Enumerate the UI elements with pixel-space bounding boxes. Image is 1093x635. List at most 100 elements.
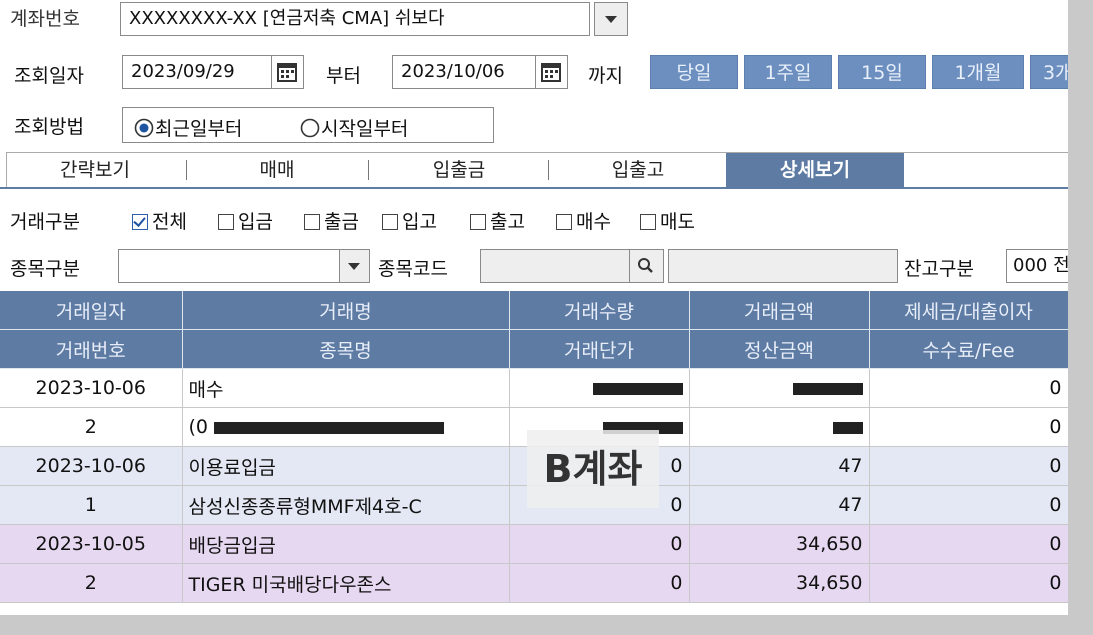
checkbox-sell[interactable]: 매도 [640, 207, 695, 234]
account-overlay-label: B계좌 [527, 430, 659, 508]
checkbox-stock-out[interactable]: 출고 [470, 207, 525, 234]
item-code-input[interactable] [480, 249, 630, 283]
calendar-icon [541, 63, 561, 82]
date-to-calendar-button[interactable] [536, 55, 568, 89]
table-row[interactable]: 2 TIGER 미국배당다우존스 0 34,650 0 [0, 563, 1068, 603]
query-date-label: 조회일자 [14, 65, 84, 87]
item-type-label: 종목구분 [10, 258, 80, 280]
query-method-group: 최근일부터 시작일부터 [122, 107, 494, 143]
trade-type-label: 거래구분 [10, 211, 80, 233]
radio-start[interactable]: 시작일부터 [299, 114, 408, 141]
radio-recent[interactable]: 최근일부터 [133, 114, 242, 141]
cell-settle: 34,650 [689, 563, 870, 603]
period-15days-button[interactable]: 15일 [838, 55, 926, 89]
tab-divider [368, 160, 369, 180]
cell-item: 삼성신종종류형MMF제4호-C [182, 485, 510, 525]
checkbox-stock-in[interactable]: 입고 [382, 207, 437, 234]
checkbox-sell-label: 매도 [660, 211, 695, 233]
checkbox-withdrawal[interactable]: 출금 [304, 207, 359, 234]
cell-date: 2023-10-06 [0, 446, 183, 486]
radio-recent-label: 최근일부터 [155, 118, 243, 140]
col-trade-amount[interactable]: 거래금액 [689, 291, 870, 330]
cell-fee: 0 [869, 485, 1068, 525]
date-from-suffix: 부터 [326, 65, 361, 87]
col-trade-name[interactable]: 거래명 [182, 291, 510, 330]
checkbox-icon [470, 214, 486, 230]
date-to-suffix: 까지 [588, 65, 623, 87]
redaction-mark [214, 421, 445, 434]
date-to-input[interactable]: 2023/10/06 [392, 55, 536, 89]
tab-divider [548, 160, 549, 180]
redaction-mark [832, 421, 863, 434]
item-code-label: 종목코드 [378, 258, 448, 280]
checkbox-all[interactable]: 전체 [132, 207, 187, 234]
tab-summary[interactable]: 간략보기 [10, 153, 180, 187]
period-today-button[interactable]: 당일 [650, 55, 738, 89]
cell-settle: 47 [689, 485, 870, 525]
cell-date: 2023-10-06 [0, 368, 183, 408]
checkbox-checked-icon [132, 214, 148, 230]
cell-name: 이용료입금 [182, 446, 510, 486]
period-3month-button[interactable]: 3개 [1030, 55, 1068, 89]
col-trade-date[interactable]: 거래일자 [0, 291, 183, 330]
item-type-dropdown-button[interactable] [340, 249, 370, 283]
cell-fee: 0 [869, 407, 1068, 447]
account-label: 계좌번호 [10, 8, 80, 30]
account-dropdown-button[interactable] [594, 2, 628, 36]
cell-qty: 0 [509, 524, 690, 564]
tab-trade[interactable]: 매매 [192, 153, 362, 187]
cell-amount-redacted [689, 368, 870, 408]
account-select[interactable]: XXXXXXXX-XX [연금저축 CMA] 쉬보다 [120, 2, 590, 36]
balance-type-select[interactable]: 000 전 [1006, 249, 1068, 283]
table-row[interactable]: 2023-10-06 매수 0 [0, 368, 1068, 408]
balance-type-label: 잔고구분 [904, 258, 974, 280]
search-icon [638, 258, 653, 273]
table-row[interactable]: 2023-10-05 배당금입금 0 34,650 0 [0, 524, 1068, 564]
cell-price: 0 [509, 563, 690, 603]
tab-detail[interactable]: 상세보기 [726, 153, 904, 187]
checkbox-all-label: 전체 [152, 211, 187, 233]
cell-number: 2 [0, 407, 183, 447]
checkbox-icon [218, 214, 234, 230]
tab-underline [0, 187, 1068, 189]
cell-tax: 0 [869, 446, 1068, 486]
item-search-button[interactable] [630, 249, 664, 283]
cell-name: 배당금입금 [182, 524, 510, 564]
cell-name: 매수 [182, 368, 510, 408]
redaction-mark [792, 382, 863, 395]
checkbox-deposit-label: 입금 [238, 211, 273, 233]
checkbox-buy-label: 매수 [576, 211, 611, 233]
cell-number: 2 [0, 563, 183, 603]
item-type-select[interactable] [118, 249, 340, 283]
period-1week-button[interactable]: 1주일 [744, 55, 832, 89]
checkbox-icon [304, 214, 320, 230]
cell-qty-redacted [509, 368, 690, 408]
col-tax-interest[interactable]: 제세금/대출이자 [869, 291, 1068, 330]
col-trade-number[interactable]: 거래번호 [0, 329, 183, 369]
checkbox-deposit[interactable]: 입금 [218, 207, 273, 234]
item-name-field [668, 249, 898, 283]
tab-securities-in-out[interactable]: 입출고 [554, 153, 722, 187]
redaction-mark [592, 382, 683, 395]
checkbox-stock-in-label: 입고 [402, 211, 437, 233]
cell-fee: 0 [869, 563, 1068, 603]
query-method-label: 조회방법 [14, 116, 84, 138]
chevron-down-icon [605, 16, 617, 23]
period-1month-button[interactable]: 1개월 [932, 55, 1024, 89]
cell-name-text: 매수 [188, 378, 224, 401]
date-from-input[interactable]: 2023/09/29 [122, 55, 272, 89]
radio-start-label: 시작일부터 [321, 118, 409, 140]
date-from-calendar-button[interactable] [272, 55, 304, 89]
tab-deposit-withdrawal[interactable]: 입출금 [374, 153, 544, 187]
cell-tax: 0 [869, 524, 1068, 564]
checkbox-icon [556, 214, 572, 230]
col-trade-qty[interactable]: 거래수량 [509, 291, 690, 330]
cell-amount: 47 [689, 446, 870, 486]
checkbox-buy[interactable]: 매수 [556, 207, 611, 234]
col-fee[interactable]: 수수료/Fee [869, 329, 1068, 369]
cell-item-text: (0 [188, 416, 209, 438]
col-settlement-amount[interactable]: 정산금액 [689, 329, 870, 369]
chevron-down-icon [348, 263, 360, 270]
col-unit-price[interactable]: 거래단가 [509, 329, 690, 369]
col-item-name[interactable]: 종목명 [182, 329, 510, 369]
